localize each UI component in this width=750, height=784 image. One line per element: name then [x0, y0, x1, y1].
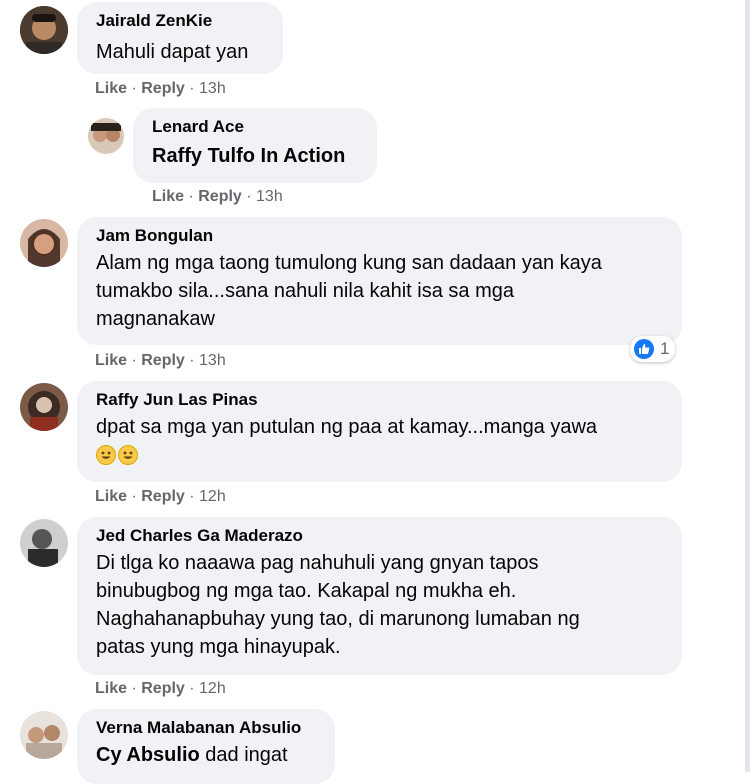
comment-text: Mahuli dapat yan: [96, 41, 249, 63]
reaction-count[interactable]: 1: [630, 336, 676, 362]
avatar[interactable]: [20, 6, 68, 54]
comment-author[interactable]: Jam Bongulan: [96, 225, 668, 247]
comment-author[interactable]: Jed Charles Ga Maderazo: [96, 525, 668, 547]
comment-bubble: Lenard Ace Raffy Tulfo In Action: [133, 108, 377, 183]
reply-link[interactable]: Reply: [198, 188, 242, 205]
like-link[interactable]: Like: [95, 80, 127, 97]
avatar[interactable]: [20, 519, 68, 567]
avatar[interactable]: [20, 711, 68, 759]
comment-bubble: Jairald ZenKie Mahuli dapat yan: [77, 2, 283, 74]
like-reaction-icon: [634, 339, 654, 359]
timestamp[interactable]: 13h: [199, 80, 226, 97]
comment-actions: Like · Reply · 13h: [95, 80, 226, 97]
reply-link[interactable]: Reply: [141, 488, 185, 505]
like-link[interactable]: Like: [95, 488, 127, 505]
comment-author[interactable]: Jairald ZenKie: [96, 10, 269, 32]
timestamp[interactable]: 12h: [199, 488, 226, 505]
comment-text: Alam ng mga taong tumulong kung san dada…: [96, 252, 602, 330]
comment-text: dpat sa mga yan putulan ng paa at kamay.…: [96, 416, 598, 438]
avatar[interactable]: [20, 383, 68, 431]
comment-actions: Like · Reply · 12h: [95, 488, 226, 505]
comment-bubble: Jam Bongulan Alam ng mga taong tumulong …: [77, 217, 682, 345]
comment-author[interactable]: Verna Malabanan Absulio: [96, 717, 321, 739]
comment-actions: Like · Reply · 13h: [95, 352, 226, 369]
reply-link[interactable]: Reply: [141, 680, 185, 697]
grin-emoji-icon: [118, 445, 138, 465]
mention-link[interactable]: Raffy Tulfo In Action: [152, 142, 363, 170]
comment-author[interactable]: Lenard Ace: [152, 116, 363, 138]
emoji-row: [96, 445, 668, 465]
comment-bubble: Jed Charles Ga Maderazo Di tlga ko naaaw…: [77, 517, 682, 675]
comment-bubble: Verna Malabanan Absulio Cy Absulio dad i…: [77, 709, 335, 784]
avatar[interactable]: [20, 219, 68, 267]
like-link[interactable]: Like: [152, 188, 184, 205]
timestamp[interactable]: 13h: [199, 352, 226, 369]
mention-link[interactable]: Cy Absulio: [96, 744, 200, 766]
comment-text: Di tlga ko naaawa pag nahuhuli yang gnya…: [96, 552, 580, 658]
timestamp[interactable]: 12h: [199, 680, 226, 697]
reply-link[interactable]: Reply: [141, 352, 185, 369]
like-link[interactable]: Like: [95, 680, 127, 697]
scroll-edge: [745, 0, 750, 772]
avatar[interactable]: [88, 118, 124, 154]
timestamp[interactable]: 13h: [256, 188, 283, 205]
comment-actions: Like · Reply · 12h: [95, 680, 226, 697]
comment-author[interactable]: Raffy Jun Las Pinas: [96, 389, 668, 411]
comment-actions: Like · Reply · 13h: [152, 188, 283, 205]
comment-bubble: Raffy Jun Las Pinas dpat sa mga yan putu…: [77, 381, 682, 482]
like-link[interactable]: Like: [95, 352, 127, 369]
grin-emoji-icon: [96, 445, 116, 465]
reply-link[interactable]: Reply: [141, 80, 185, 97]
comment-text: Cy Absulio dad ingat: [96, 744, 288, 766]
